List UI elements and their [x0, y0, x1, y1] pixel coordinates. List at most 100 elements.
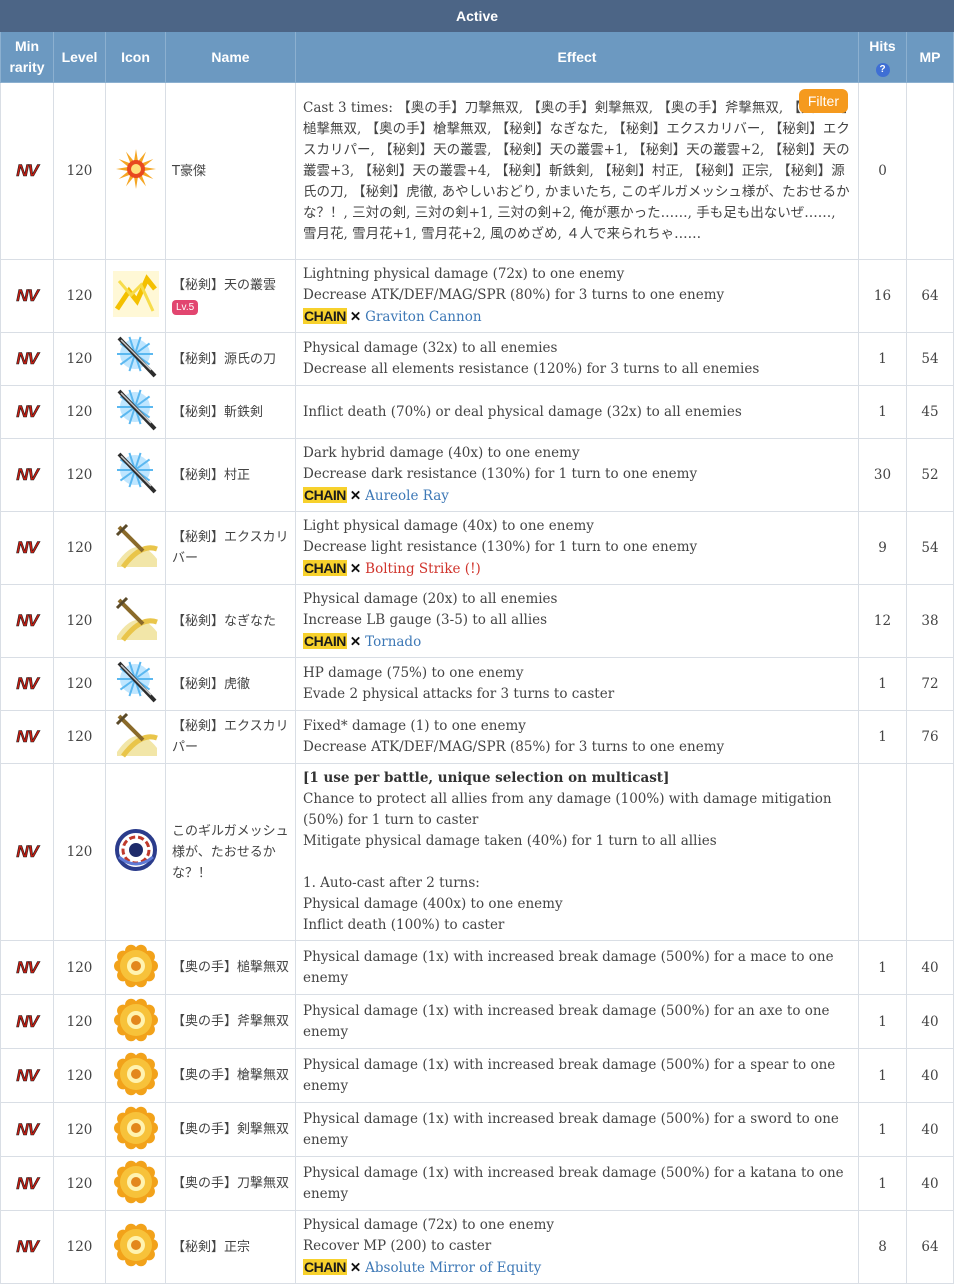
effect-line: Inflict death (100%) to caster	[303, 917, 505, 933]
column-header-mp[interactable]: MP	[905, 31, 955, 83]
icon-cell	[105, 1210, 166, 1284]
level-cell: 120	[53, 710, 106, 764]
icon-cell	[105, 511, 166, 585]
effect-cell: Physical damage (1x) with increased brea…	[295, 1048, 859, 1103]
ability-name: T豪傑	[172, 163, 206, 179]
icon-cell	[105, 332, 166, 386]
ability-name: 【奥の手】剣撃無双	[172, 1122, 290, 1137]
hits-cell: 1	[858, 994, 907, 1049]
chain-partner-link[interactable]: Tornado	[365, 634, 421, 650]
effect-line: Light physical damage (40x) to one enemy	[303, 518, 594, 534]
name-cell: 【奥の手】刀撃無双	[165, 1156, 296, 1211]
effect-line: Evade 2 physical attacks for 3 turns to …	[303, 686, 615, 702]
rarity-cell: NV	[0, 1210, 54, 1284]
nv-rarity-icon: NV	[16, 727, 39, 747]
rarity-cell: NV	[0, 584, 54, 658]
nv-rarity-icon: NV	[16, 957, 39, 977]
icon-cell	[105, 763, 166, 941]
effect-cell: Lightning physical damage (72x) to one e…	[295, 259, 859, 333]
effect-line: Inflict death (70%) or deal physical dam…	[303, 403, 742, 420]
effect-line: Physical damage (400x) to one enemy	[303, 896, 563, 912]
column-header-min-rarity[interactable]: Min rarity	[0, 31, 54, 83]
rarity-cell: NV	[0, 438, 54, 512]
nv-rarity-icon: NV	[16, 161, 39, 181]
icon-cell	[105, 994, 166, 1049]
chain-partner-link[interactable]: Bolting Strike (!)	[365, 561, 481, 577]
level-cell: 120	[53, 994, 106, 1049]
effect-line: Increase LB gauge (3-5) to all allies	[303, 612, 548, 628]
rarity-cell: NV	[0, 511, 54, 585]
mp-cell: 40	[905, 994, 955, 1049]
effect-line: Decrease dark resistance (130%) for 1 tu…	[303, 466, 698, 482]
column-header-level[interactable]: Level	[53, 31, 106, 83]
ability-name: 【秘剣】エクスカリバー	[172, 530, 289, 566]
column-header-name[interactable]: Name	[165, 31, 296, 83]
mp-cell: 76	[905, 710, 955, 764]
level-cell: 120	[53, 1156, 106, 1211]
sword-slash-icon	[113, 523, 159, 573]
effect-cell: Physical damage (1x) with increased brea…	[295, 940, 859, 995]
chain-partner-link[interactable]: Aureole Ray	[365, 488, 449, 504]
chain-partner-link[interactable]: Graviton Cannon	[365, 309, 481, 325]
rarity-cell: NV	[0, 82, 54, 260]
chain-icon: CHAIN	[303, 487, 347, 503]
effect-line: Decrease ATK/DEF/MAG/SPR (85%) for 3 tur…	[303, 739, 725, 755]
icon-cell	[105, 259, 166, 333]
column-header-hits[interactable]: Hits ?	[858, 31, 907, 83]
rarity-cell: NV	[0, 940, 54, 995]
effect-line: Dark hybrid damage (40x) to one enemy	[303, 445, 580, 461]
mp-cell: 40	[905, 1156, 955, 1211]
name-cell: 【秘剣】エクスカリバー	[165, 511, 296, 585]
effect-cell: Physical damage (1x) with increased brea…	[295, 1102, 859, 1157]
hits-cell: 1	[858, 710, 907, 764]
effect-cell: Physical damage (20x) to all enemies Incr…	[295, 584, 859, 658]
effect-cell: Filter Cast 3 times: 【奥の手】刀撃無双, 【奥の手】剣撃無双…	[295, 82, 859, 260]
help-icon[interactable]: ?	[875, 63, 890, 77]
ability-name: このギルガメッシュ様が、たおせるかな？！	[172, 823, 289, 881]
hits-cell: 0	[858, 82, 907, 260]
effect-line: Chance to protect all allies from any da…	[303, 791, 832, 828]
level-cell: 120	[53, 82, 106, 260]
gear-burst-icon	[113, 1106, 159, 1155]
table-row: NV 120 【秘剣】虎徹 HP damage (75%) to one ene…	[0, 657, 955, 711]
chain-cross-icon: ✕	[349, 309, 362, 325]
hits-cell: 16	[858, 259, 907, 333]
ability-name: 【奥の手】斧撃無双	[172, 1014, 290, 1029]
icon-cell	[105, 385, 166, 439]
chain-icon: CHAIN	[303, 560, 347, 576]
name-cell: 【奥の手】槍撃無双	[165, 1048, 296, 1103]
level-cell: 120	[53, 763, 106, 941]
sword-slash-icon	[113, 596, 159, 646]
mp-cell: 64	[905, 1210, 955, 1284]
effect-restriction: [1 use per battle, unique selection on m…	[303, 770, 670, 786]
chain-partner-link[interactable]: Absolute Mirror of Equity	[365, 1260, 541, 1276]
chain-line: CHAIN ✕ Bolting Strike (!)	[303, 558, 852, 580]
gear-burst-icon	[113, 944, 159, 993]
chain-icon: CHAIN	[303, 308, 347, 324]
rarity-cell: NV	[0, 385, 54, 439]
effect-line	[303, 852, 852, 873]
mp-cell: 40	[905, 1048, 955, 1103]
column-header-effect: Effect	[295, 31, 859, 83]
sword-slash-icon	[113, 712, 159, 762]
effect-cell: Inflict death (70%) or deal physical dam…	[295, 385, 859, 439]
table-row: NV 120 【秘剣】エクスカリバー Light physical damage…	[0, 511, 955, 585]
hits-cell: 1	[858, 1048, 907, 1103]
level-cell: 120	[53, 584, 106, 658]
mp-cell: 40	[905, 1102, 955, 1157]
effect-line: Physical damage (1x) with increased brea…	[303, 1056, 836, 1094]
hits-cell: 1	[858, 1102, 907, 1157]
icon-cell	[105, 1102, 166, 1157]
rarity-cell: NV	[0, 259, 54, 333]
effect-line: Lightning physical damage (72x) to one e…	[303, 266, 625, 282]
rarity-cell: NV	[0, 1102, 54, 1157]
rarity-cell: NV	[0, 710, 54, 764]
chain-cross-icon: ✕	[349, 561, 362, 577]
table-row: NV 120 【奥の手】斧撃無双 Physical damage (1x) wi…	[0, 994, 955, 1049]
filter-button[interactable]: Filter	[798, 89, 848, 113]
ability-name: 【秘剣】斬鉄剣	[172, 404, 264, 420]
mp-cell: 64	[905, 259, 955, 333]
icon-cell	[105, 1048, 166, 1103]
ability-name: 【秘剣】なぎなた	[172, 613, 277, 629]
ability-name: 【秘剣】正宗	[172, 1239, 251, 1255]
